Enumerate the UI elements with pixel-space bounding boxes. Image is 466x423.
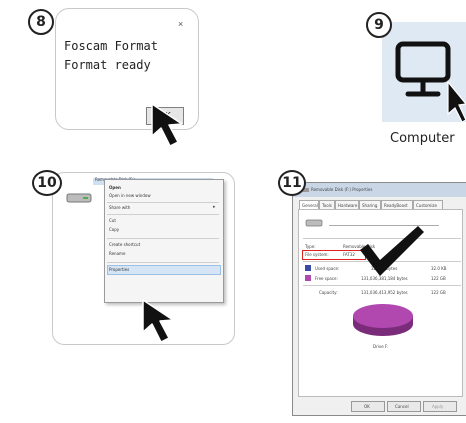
dialog-line-2: Format ready	[64, 58, 151, 72]
step-number-10: 10	[32, 170, 62, 196]
submenu-arrow-icon: ▸	[213, 204, 216, 210]
menu-item-cut[interactable]: Cut	[109, 218, 116, 223]
used-space-swatch	[305, 265, 311, 271]
menu-item-open[interactable]: Open	[109, 185, 121, 190]
menu-item-properties[interactable]: Properties	[109, 267, 129, 272]
free-space-label: Free space:	[315, 276, 338, 281]
tab-general[interactable]: General	[302, 203, 318, 208]
tab-readyboost[interactable]: ReadyBoost	[384, 203, 408, 208]
filesystem-value: FAT32	[343, 252, 355, 257]
computer-label: Computer	[390, 131, 455, 146]
step-number-9: 9	[366, 12, 392, 38]
dialog-line-1: Foscam Format	[64, 39, 158, 53]
capacity-bytes: 131,036,413,952 bytes	[361, 290, 408, 295]
mouse-cursor-icon	[142, 299, 174, 343]
window-title: Removable Disk (F:) Properties	[311, 187, 373, 192]
tab-hardware[interactable]: Hardware	[338, 203, 357, 208]
ok-button[interactable]: OK	[364, 404, 370, 409]
mouse-cursor-icon	[151, 103, 183, 147]
tab-customize[interactable]: Customize	[416, 203, 437, 208]
used-space-label: Used space:	[315, 266, 340, 271]
tab-sharing[interactable]: Sharing	[362, 203, 377, 208]
tab-tools[interactable]: Tools	[322, 203, 332, 208]
close-icon[interactable]: ×	[178, 19, 183, 29]
type-label: Type:	[305, 244, 316, 249]
step-number-8: 8	[28, 9, 54, 35]
menu-item-rename[interactable]: Rename	[109, 251, 125, 256]
disk-usage-pie	[353, 304, 413, 336]
window-titlebar: Removable Disk (F:) Properties	[293, 183, 466, 197]
cancel-button[interactable]: Cancel	[395, 404, 409, 409]
menu-item-create-shortcut[interactable]: Create shortcut	[109, 242, 140, 247]
used-space-size: 32.0 KB	[431, 266, 447, 271]
menu-item-share-with[interactable]: Share with	[109, 205, 130, 210]
filesystem-label: File system:	[305, 252, 329, 257]
drive-icon	[66, 193, 92, 203]
checkmark-icon	[360, 226, 424, 276]
drive-caption: Drive F:	[373, 344, 389, 349]
capacity-size: 122 GB	[431, 290, 446, 295]
drive-icon	[305, 219, 323, 227]
free-space-size: 122 GB	[431, 276, 446, 281]
computer-tile[interactable]	[382, 22, 466, 123]
capacity-label: Capacity:	[319, 290, 338, 295]
context-menu: Open Open in new window Share with ▸ Cut…	[104, 179, 224, 303]
apply-button[interactable]: Apply	[432, 404, 443, 409]
properties-window: Removable Disk (F:) Properties General T…	[292, 182, 466, 416]
free-space-swatch	[305, 275, 311, 281]
monitor-icon	[395, 41, 466, 123]
step-number-11: 11	[278, 170, 306, 196]
menu-item-open-new-window[interactable]: Open in new window	[109, 193, 151, 198]
menu-item-copy[interactable]: Copy	[109, 227, 119, 232]
